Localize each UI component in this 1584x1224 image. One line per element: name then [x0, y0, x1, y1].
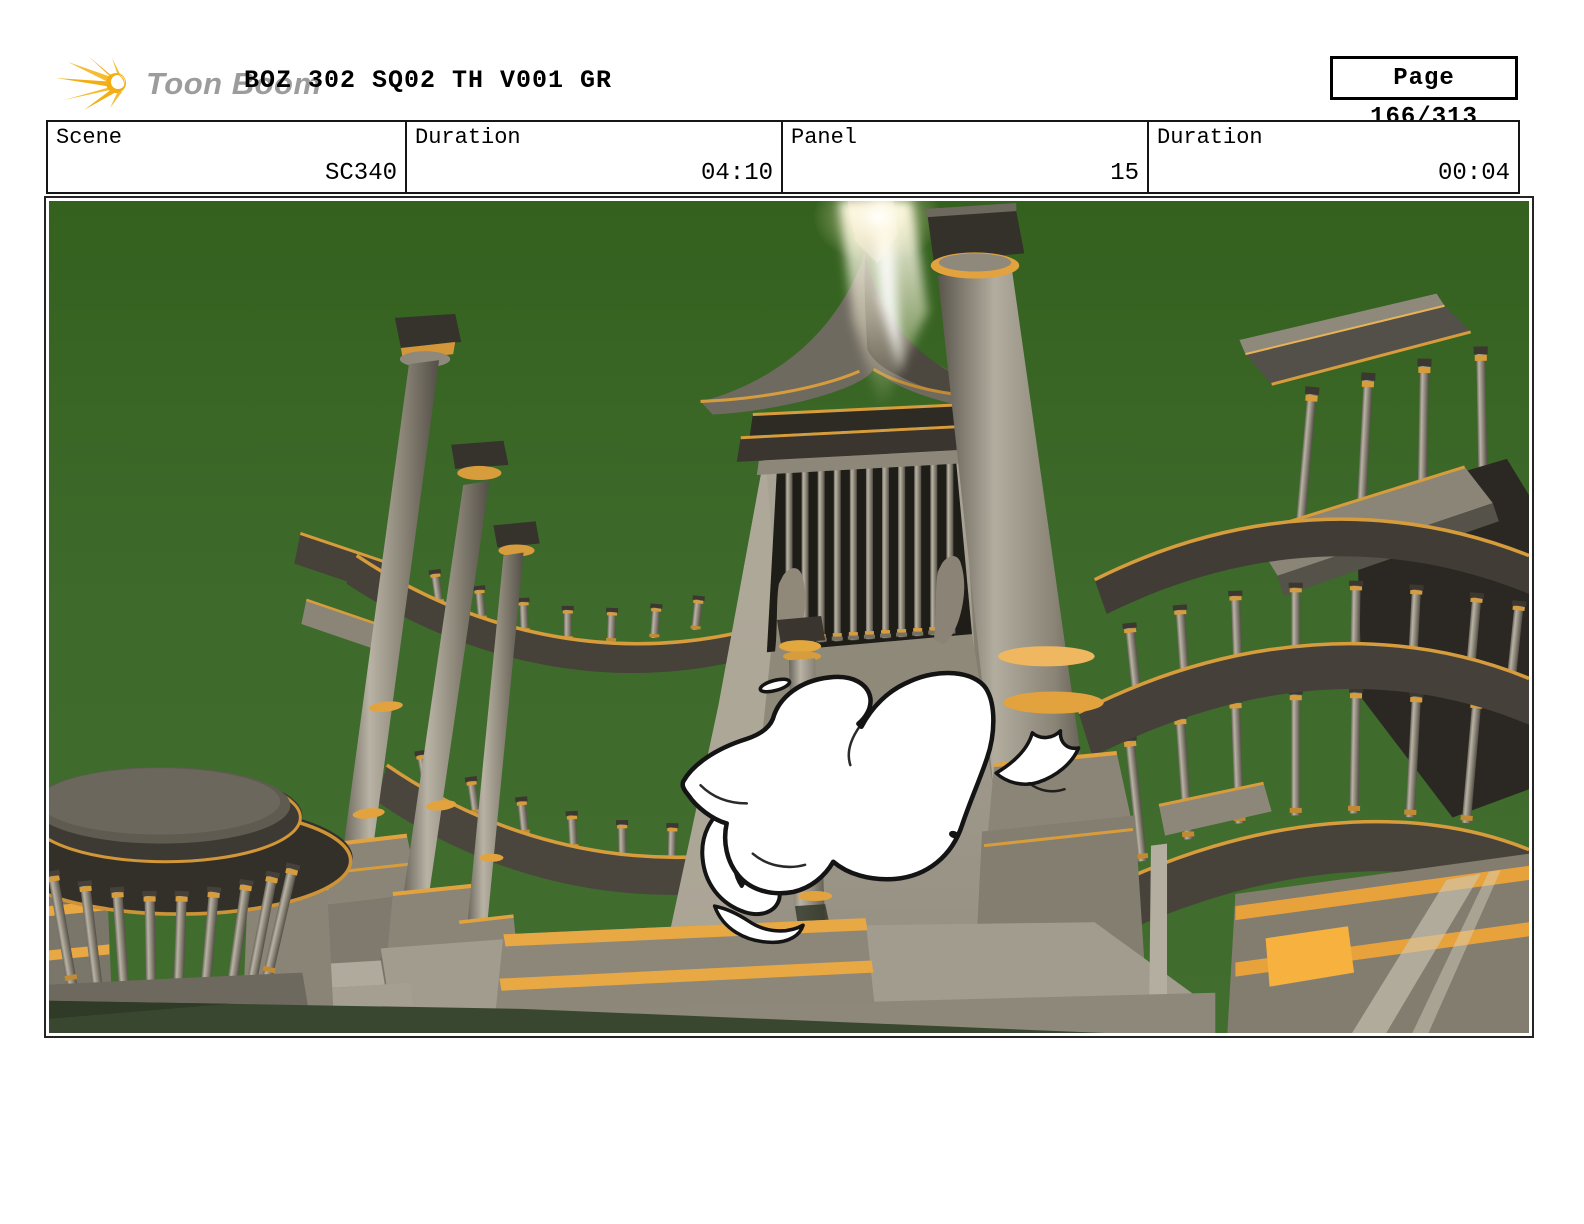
storyboard-panel-frame: [44, 196, 1534, 1038]
panel-info-table: Scene SC340 Duration 04:10 Panel 15 Dura…: [46, 120, 1520, 194]
storyboard-panel-image: [49, 201, 1529, 1033]
board-title: BOZ 302 SQ02 TH V001 GR: [244, 66, 613, 95]
scene-value: SC340: [325, 160, 398, 187]
scene-cell: Scene SC340: [48, 122, 408, 192]
scene-duration-cell: Duration 04:10: [407, 122, 783, 192]
panel-duration-cell: Duration 00:04: [1149, 122, 1518, 192]
panel-duration-value: 00:04: [1437, 160, 1510, 187]
panel-duration-label: Duration: [1157, 125, 1263, 150]
panel-label: Panel: [791, 125, 858, 150]
scene-label: Scene: [56, 125, 123, 150]
storyboard-page: Toon Boom BOZ 302 SQ02 TH V001 GR Page 1…: [0, 0, 1584, 1224]
panel-cell: Panel 15: [783, 122, 1149, 192]
scene-duration-value: 04:10: [700, 160, 773, 187]
toon-boom-starburst-icon: [56, 56, 126, 110]
scene-duration-label: Duration: [415, 125, 521, 150]
panel-value: 15: [1110, 160, 1139, 187]
page-number-badge: Page 166/313: [1330, 56, 1518, 131]
